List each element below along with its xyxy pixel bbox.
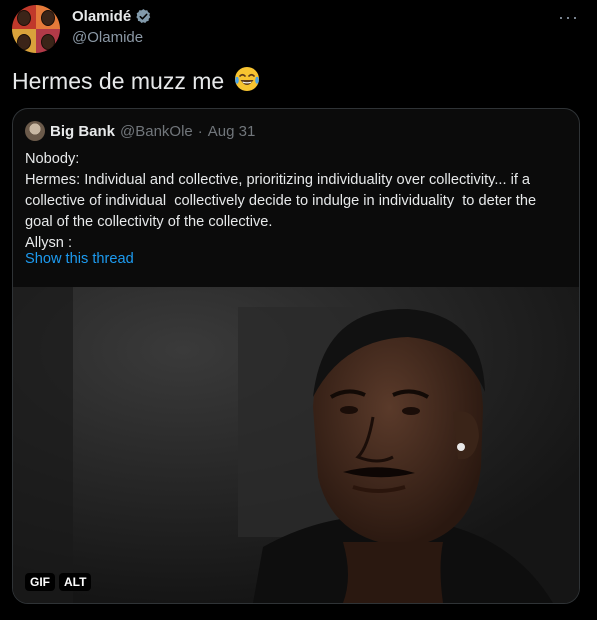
more-options-icon[interactable]: ··· — [558, 7, 579, 28]
author-handle[interactable]: @Olamide — [72, 29, 143, 46]
gif-badge: GIF — [25, 573, 55, 591]
quoted-text-line: collective of individual collectively de… — [25, 193, 537, 209]
quoted-tweet-text: Nobody: Hermes: Individual and collectiv… — [25, 149, 565, 254]
quoted-tweet-card[interactable]: Big Bank @BankOle · Aug 31 Nobody: Herme… — [12, 108, 580, 604]
face-with-tears-of-joy-icon — [234, 67, 259, 91]
quoted-text-line: Hermes: Individual and collective, prior… — [25, 172, 531, 188]
tweet-text: Hermes de muzz me — [12, 66, 260, 95]
quoted-tweet-date: Aug 31 — [207, 122, 256, 140]
tweet-body: Hermes de muzz me — [12, 68, 225, 94]
gif-frame-image — [13, 287, 579, 603]
quoted-text-line: Nobody: — [25, 151, 80, 167]
quoted-author-avatar — [25, 121, 45, 141]
verified-badge-icon — [136, 9, 151, 24]
show-thread-link[interactable]: Show this thread — [25, 251, 134, 267]
quoted-text-line: goal of the collectivity of the collecti… — [25, 214, 273, 230]
author-display-name[interactable]: Olamidé — [72, 8, 131, 25]
alt-text-button[interactable]: ALT — [59, 573, 92, 591]
tweet: Olamidé @Olamide ··· Hermes de muzz me B… — [0, 0, 597, 620]
quoted-author-handle: @BankOle — [120, 122, 193, 140]
gif-media[interactable]: GIF ALT — [13, 287, 579, 603]
separator-dot: · — [197, 122, 203, 140]
author-name[interactable]: Olamidé — [72, 8, 152, 25]
quoted-author-name: Big Bank — [50, 122, 116, 140]
quoted-tweet-header: Big Bank @BankOle · Aug 31 — [25, 121, 255, 141]
author-avatar[interactable] — [12, 5, 60, 53]
media-badges: GIF ALT — [25, 573, 92, 591]
